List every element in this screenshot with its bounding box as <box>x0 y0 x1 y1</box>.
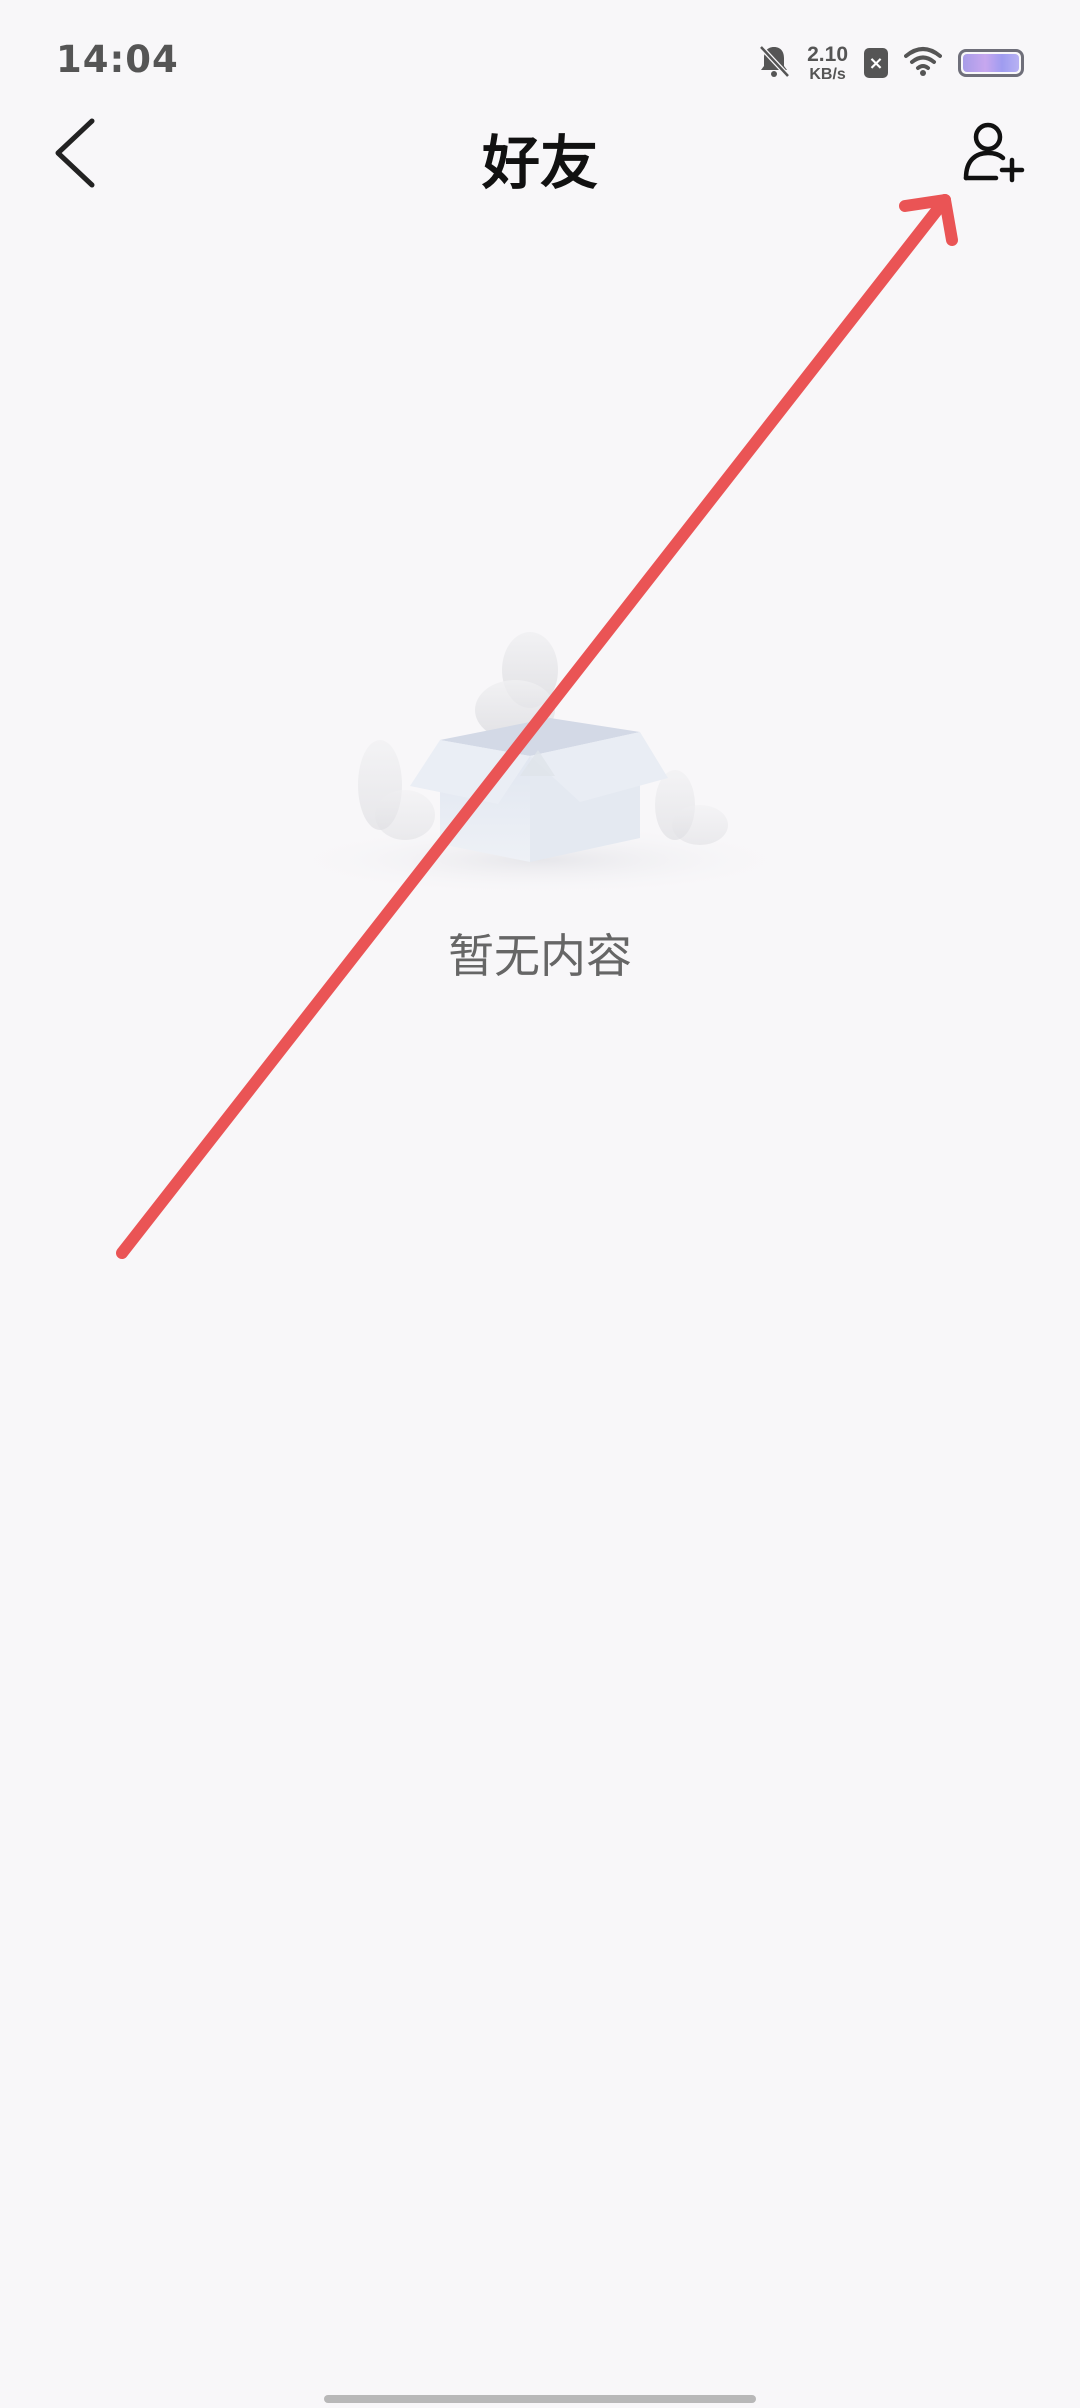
bell-muted-icon <box>757 43 791 83</box>
battery-icon <box>958 49 1024 77</box>
empty-box-illustration <box>270 600 810 900</box>
net-speed: 2.10 KB/s <box>807 44 848 83</box>
wifi-icon <box>904 46 942 80</box>
page-title: 好友 <box>481 129 598 197</box>
nav-bar: 好友 <box>0 100 1080 210</box>
status-time: 14:04 <box>56 38 179 81</box>
add-user-icon <box>962 120 1026 188</box>
add-friend-button[interactable] <box>954 114 1034 194</box>
screen: 14:04 2.10 KB/s × 好友 暂无内容 <box>0 0 1080 2408</box>
battery-level <box>963 54 1019 72</box>
empty-state: 暂无内容 <box>0 600 1080 1000</box>
net-speed-value: 2.10 <box>807 42 848 66</box>
home-indicator[interactable] <box>324 2395 756 2403</box>
net-speed-unit: KB/s <box>809 65 846 83</box>
status-icons: 2.10 KB/s × <box>757 40 1024 86</box>
empty-message: 暂无内容 <box>448 929 632 983</box>
sim-off-icon: × <box>864 48 888 78</box>
annotation-arrow <box>116 194 958 1259</box>
